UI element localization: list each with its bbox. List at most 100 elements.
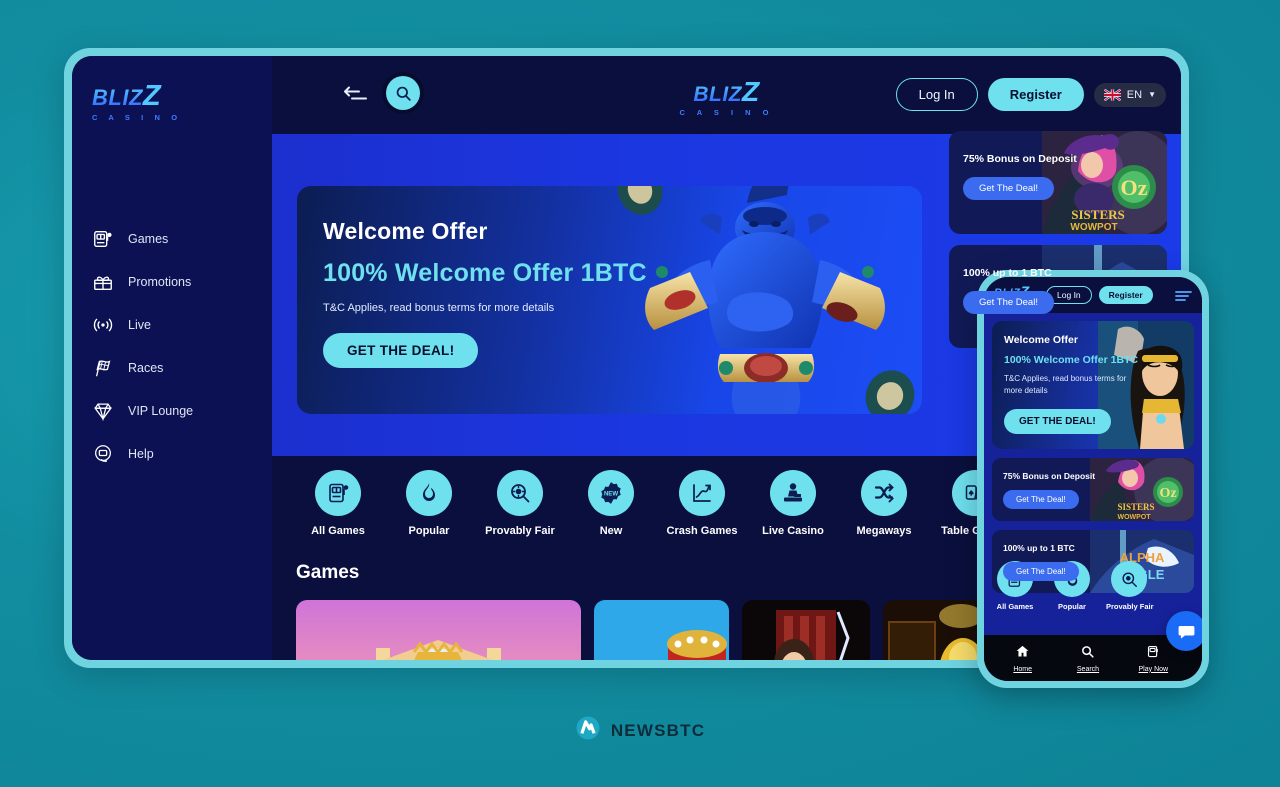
magnifier-fair-icon — [497, 470, 543, 516]
mobile-category-label: Popular — [1058, 602, 1086, 611]
mobile-hero-terms: T&C Applies, read bonus terms for more d… — [1004, 374, 1127, 396]
new-badge-icon: NEW — [588, 470, 634, 516]
sidebar-item-label: Games — [128, 232, 169, 246]
mobile-hero-banner[interactable]: Welcome Offer 100% Welcome Offer 1BTC T&… — [992, 321, 1194, 449]
mobile-promo-card[interactable]: Oz SISTERS WOWPOT 75% Bonus on Deposit G… — [992, 458, 1194, 521]
sisters-of-oz-artwork: Oz SISTERS WOWPOT — [1090, 458, 1194, 521]
shuffle-icon — [861, 470, 907, 516]
sidebar-item-help[interactable]: Help — [92, 439, 262, 469]
sidebar-item-label: Live — [128, 318, 151, 332]
magnifier-fair-icon — [1111, 561, 1147, 597]
chat-bubble-icon[interactable] — [1166, 611, 1202, 651]
top-header-bar: BLIZZ C A S I N O Log In Register EN ▼ — [272, 56, 1181, 134]
category-label: Popular — [408, 525, 450, 537]
game-card[interactable] — [296, 600, 581, 660]
game-card[interactable] — [742, 600, 870, 660]
category-new[interactable]: NEW New — [567, 470, 655, 537]
hero-eyebrow: Welcome Offer — [323, 218, 488, 244]
login-button[interactable]: Log In — [895, 78, 978, 111]
sidebar-brand-logo[interactable]: BLIZZ C A S I N O — [92, 82, 182, 123]
promo-cta-button[interactable]: Get The Deal! — [963, 291, 1054, 314]
flame-icon — [406, 470, 452, 516]
mobile-hero-eyebrow: Welcome Offer — [1004, 334, 1078, 346]
sidebar-item-races[interactable]: Races — [92, 353, 262, 383]
category-all-games[interactable]: All Games — [294, 470, 382, 537]
mobile-promo-cta-button[interactable]: Get The Deal! — [1003, 490, 1079, 509]
collapse-sidebar-icon[interactable] — [342, 85, 368, 105]
sidebar-item-vip-lounge[interactable]: VIP Lounge — [92, 396, 262, 426]
hero-banner[interactable]: Welcome Offer 100% Welcome Offer 1BTC T&… — [297, 186, 922, 414]
mobile-nav-label: Search — [1076, 665, 1100, 673]
game-card[interactable]: CRAZY — [594, 600, 729, 660]
sidebar: BLIZZ C A S I N O Games Promotions Live … — [72, 56, 272, 660]
category-popular[interactable]: Popular — [385, 470, 473, 537]
svg-text:NEW: NEW — [604, 492, 618, 498]
sidebar-item-live[interactable]: Live — [92, 310, 262, 340]
promo-cta-button[interactable]: Get The Deal! — [963, 177, 1054, 200]
mobile-promo-cta-button[interactable]: Get The Deal! — [1003, 562, 1079, 581]
brand-wordmark: BLIZZ — [679, 78, 773, 106]
promo-title: 75% Bonus on Deposit — [963, 153, 1077, 165]
mobile-category-label: Provably Fair — [1106, 602, 1154, 611]
hero-text-block: Welcome Offer 100% Welcome Offer 1BTC T&… — [323, 218, 647, 368]
all-games-icon — [315, 470, 361, 516]
hamburger-menu-icon[interactable] — [1175, 289, 1192, 301]
sisters-of-oz-artwork: Oz SISTERS WOWPOT — [1042, 131, 1167, 234]
category-crash-games[interactable]: Crash Games — [658, 470, 746, 537]
hero-terms: T&C Applies, read bonus terms for more d… — [323, 302, 555, 314]
crazy-time-live-art: CRAZY — [594, 600, 729, 660]
sidebar-item-label: VIP Lounge — [128, 404, 194, 418]
category-label: Crash Games — [666, 525, 738, 537]
svg-text:WOWPOT: WOWPOT — [1070, 222, 1117, 233]
search-icon[interactable] — [386, 76, 420, 110]
hero-headline: 100% Welcome Offer 1BTC — [323, 259, 647, 287]
mobile-mockup-frame: BLIZZ C A S I N O Log In Register — [977, 270, 1209, 688]
svg-text:Oz: Oz — [1159, 486, 1176, 501]
mobile-promo-title: 100% up to 1 BTC — [1003, 543, 1075, 553]
chevron-down-icon: ▼ — [1148, 90, 1156, 99]
svg-text:SISTERS: SISTERS — [1117, 502, 1154, 512]
hero-cta-button[interactable]: GET THE DEAL! — [323, 333, 479, 368]
mobile-nav-home[interactable]: Home — [1000, 644, 1046, 673]
games-section-title: Games — [296, 562, 360, 583]
promo-card[interactable]: Oz SISTERS WOWPOT 75% Bonus on Deposit G… — [949, 131, 1167, 234]
register-button[interactable]: Register — [987, 78, 1084, 111]
mobile-category-label: All Games — [996, 602, 1034, 611]
sidebar-item-promotions[interactable]: Promotions — [92, 267, 262, 297]
category-megaways[interactable]: Megaways — [840, 470, 928, 537]
category-label: Provably Fair — [485, 525, 555, 537]
zeus-temple-slot-art — [296, 600, 581, 660]
mobile-promo-title: 75% Bonus on Deposit — [1003, 471, 1096, 481]
sidebar-item-games[interactable]: Games — [92, 224, 262, 254]
live-dealer-icon — [770, 470, 816, 516]
mobile-hero-cta-button[interactable]: GET THE DEAL! — [1004, 409, 1111, 434]
newsbtc-logo-icon — [575, 715, 601, 746]
svg-text:WOWPOT: WOWPOT — [1117, 514, 1151, 521]
header-brand-logo[interactable]: BLIZZ C A S I N O — [679, 78, 773, 118]
checkered-flag-icon — [92, 357, 114, 379]
category-label: New — [599, 525, 623, 537]
mobile-nav-play-now[interactable]: Play Now — [1130, 644, 1176, 673]
mobile-category-provably-fair[interactable]: Provably Fair — [1106, 561, 1154, 611]
genie-character-illustration — [617, 186, 915, 414]
category-label: Megaways — [856, 525, 912, 537]
footer: NEWSBTC — [0, 715, 1280, 746]
mobile-register-button[interactable]: Register — [1098, 286, 1153, 304]
mobile-hero-headline: 100% Welcome Offer 1BTC — [1004, 354, 1139, 366]
sidebar-item-label: Help — [128, 447, 154, 461]
category-live-casino[interactable]: Live Casino — [749, 470, 837, 537]
category-provably-fair[interactable]: Provably Fair — [476, 470, 564, 537]
chart-up-icon — [679, 470, 725, 516]
mobile-screen: BLIZZ C A S I N O Log In Register — [984, 277, 1202, 681]
brand-subtext: C A S I N O — [92, 113, 182, 122]
sidebar-item-label: Races — [128, 361, 164, 375]
header-actions: Log In Register EN ▼ — [895, 78, 1166, 111]
gift-icon — [92, 271, 114, 293]
language-selector[interactable]: EN ▼ — [1093, 82, 1166, 107]
language-label: EN — [1126, 88, 1143, 101]
svg-text:Oz: Oz — [1121, 175, 1148, 200]
brand-wordmark: BLIZZ — [92, 82, 182, 111]
live-broadcast-icon — [92, 314, 114, 336]
mobile-nav-search[interactable]: Search — [1065, 644, 1111, 673]
uk-flag-icon — [1103, 87, 1122, 102]
